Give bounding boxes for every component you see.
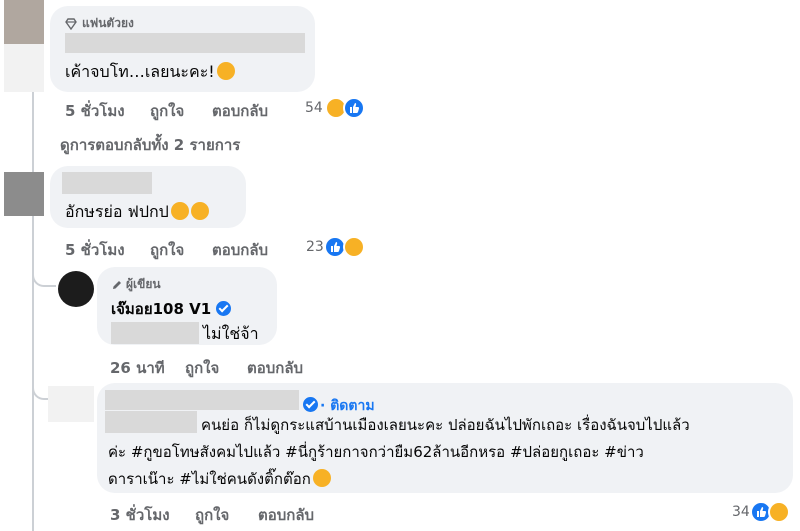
comment-text: ไม่ใช่จ้า bbox=[203, 324, 259, 343]
reply-link[interactable]: ตอบกลับ bbox=[258, 503, 314, 527]
comment-time[interactable]: 3 ชั่วโมง bbox=[110, 503, 170, 527]
thread-branch bbox=[32, 265, 56, 287]
avatar[interactable] bbox=[4, 0, 44, 44]
comment-text-line: ดาราเน๊าะ #ไม่ใช่คนดังติ๊กต๊อก bbox=[108, 467, 331, 491]
reaction-count[interactable]: 23 bbox=[306, 239, 324, 255]
pen-icon bbox=[111, 276, 123, 289]
rofl-emoji-icon bbox=[170, 202, 189, 220]
author-avatar[interactable] bbox=[58, 271, 94, 307]
diamond-icon bbox=[65, 15, 77, 31]
author-badge-label: ผู้เขียน bbox=[126, 277, 161, 291]
grin-emoji-icon bbox=[216, 62, 235, 80]
like-link[interactable]: ถูกใจ bbox=[150, 99, 184, 123]
like-link[interactable]: ถูกใจ bbox=[185, 356, 219, 380]
view-replies-link[interactable]: ดูการตอบกลับทั้ง 2 รายการ bbox=[60, 133, 240, 157]
comment-text-line: คนย่อ ก็ไม่ดูกระแสบ้านเมืองเลยนะคะ ปล่อย… bbox=[201, 416, 690, 434]
thread-line-reply bbox=[32, 214, 34, 531]
like-link[interactable]: ถูกใจ bbox=[195, 503, 229, 527]
redacted-mention bbox=[105, 411, 197, 433]
grin-emoji-icon bbox=[312, 469, 331, 487]
reply-link[interactable]: ตอบกลับ bbox=[212, 99, 268, 123]
like-link[interactable]: ถูกใจ bbox=[150, 238, 184, 262]
rofl-emoji-icon bbox=[190, 202, 209, 220]
redacted-name bbox=[65, 33, 305, 53]
redacted-mention bbox=[111, 322, 199, 344]
comment-text: เค้าจบโท…เลยนะคะ! bbox=[65, 60, 235, 85]
comment-time[interactable]: 26 นาที bbox=[110, 356, 165, 380]
haha-reaction-icon bbox=[343, 236, 365, 258]
avatar[interactable] bbox=[4, 44, 44, 92]
reaction-count[interactable]: 34 bbox=[732, 504, 750, 520]
redacted-name bbox=[105, 390, 299, 410]
avatar[interactable] bbox=[48, 386, 94, 422]
like-reaction-icon bbox=[343, 97, 365, 119]
verified-icon bbox=[303, 395, 318, 414]
haha-reaction-icon bbox=[768, 501, 790, 523]
reply-link[interactable]: ตอบกลับ bbox=[247, 356, 303, 380]
verified-icon bbox=[216, 301, 232, 316]
avatar[interactable] bbox=[4, 172, 44, 216]
reaction-count[interactable]: 54 bbox=[305, 100, 323, 116]
comment-text-line: ค่ะ #กูขอโทษสังคมไปแล้ว #นี่กูร้ายกาจกว่… bbox=[108, 443, 644, 461]
comment-time[interactable]: 5 ชั่วโมง bbox=[65, 238, 125, 262]
reply-link[interactable]: ตอบกลับ bbox=[212, 238, 268, 262]
author-name[interactable]: เจ๊มอย108 V1 bbox=[111, 297, 232, 321]
comment-time[interactable]: 5 ชั่วโมง bbox=[65, 99, 125, 123]
fan-badge-label: แฟนตัวยง bbox=[82, 16, 134, 30]
redacted-name bbox=[62, 172, 152, 194]
comment-text: อักษรย่อ ฟปกป bbox=[65, 200, 209, 225]
